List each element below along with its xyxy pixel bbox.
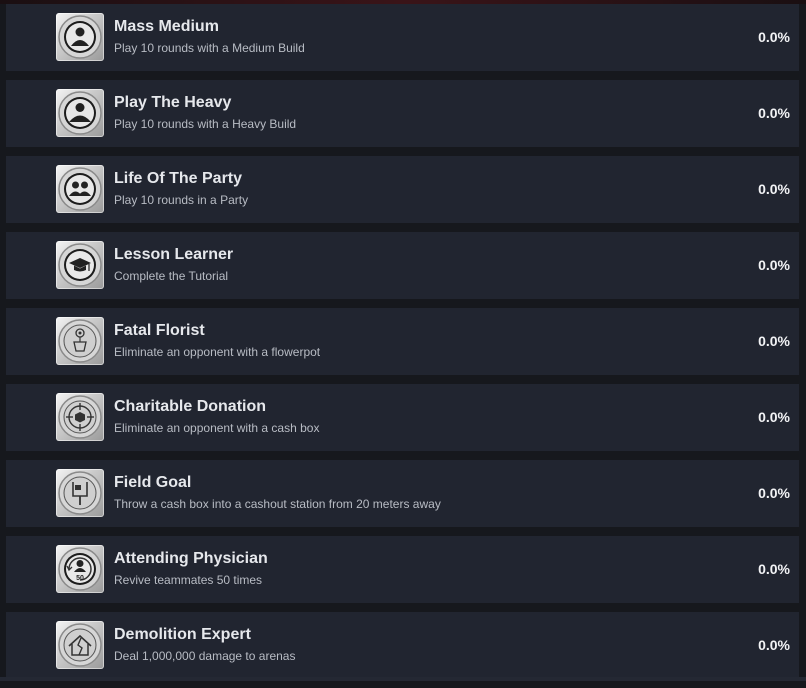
medium-build-icon [56, 13, 104, 61]
graduation-cap-icon [56, 241, 104, 289]
unlock-percentage: 0.0% [758, 333, 790, 349]
achievement-description: Throw a cash box into a cashout station … [114, 497, 441, 511]
bottom-border [0, 677, 806, 681]
achievement-list: Mass Medium Play 10 rounds with a Medium… [6, 4, 799, 688]
achievement-description: Complete the Tutorial [114, 269, 229, 283]
unlock-percentage: 0.0% [758, 637, 790, 653]
achievement-title: Demolition Expert [114, 626, 251, 643]
goalpost-icon [56, 469, 104, 517]
achievement-row[interactable]: Fatal Florist Eliminate an opponent with… [6, 308, 799, 375]
achievement-title: Lesson Learner [114, 246, 234, 263]
achievement-row[interactable]: Lesson Learner Complete the Tutorial 0.0… [6, 232, 799, 299]
achievement-description: Play 10 rounds with a Medium Build [114, 41, 305, 55]
icon-count-text: 50 [76, 575, 84, 582]
achievement-row[interactable]: Mass Medium Play 10 rounds with a Medium… [6, 4, 799, 71]
achievement-row[interactable]: 50 Attending Physician Revive teammates … [6, 536, 799, 603]
party-icon [56, 165, 104, 213]
achievement-title: Mass Medium [114, 18, 219, 35]
unlock-percentage: 0.0% [758, 409, 790, 425]
crosshair-cashbox-icon [56, 393, 104, 441]
achievement-description: Eliminate an opponent with a flowerpot [114, 345, 321, 359]
achievement-description: Play 10 rounds with a Heavy Build [114, 117, 297, 131]
achievement-title: Attending Physician [114, 550, 268, 567]
achievement-row[interactable]: Play The Heavy Play 10 rounds with a Hea… [6, 80, 799, 147]
achievement-title: Charitable Donation [114, 398, 267, 415]
achievement-description: Play 10 rounds in a Party [114, 193, 249, 207]
unlock-percentage: 0.0% [758, 181, 790, 197]
achievement-description: Eliminate an opponent with a cash box [114, 421, 320, 435]
revive-50-icon: 50 [56, 545, 104, 593]
flowerpot-icon [56, 317, 104, 365]
unlock-percentage: 0.0% [758, 485, 790, 501]
broken-house-icon [56, 621, 104, 669]
achievement-row[interactable]: Charitable Donation Eliminate an opponen… [6, 384, 799, 451]
unlock-percentage: 0.0% [758, 257, 790, 273]
heavy-build-icon [56, 89, 104, 137]
achievement-title: Field Goal [114, 474, 192, 491]
achievement-description: Revive teammates 50 times [114, 573, 263, 587]
achievement-description: Deal 1,000,000 damage to arenas [114, 649, 296, 663]
unlock-percentage: 0.0% [758, 105, 790, 121]
achievement-row[interactable]: Demolition Expert Deal 1,000,000 damage … [6, 612, 799, 679]
achievement-title: Fatal Florist [114, 322, 205, 339]
achievement-row[interactable]: Life Of The Party Play 10 rounds in a Pa… [6, 156, 799, 223]
achievement-title: Play The Heavy [114, 94, 232, 111]
unlock-percentage: 0.0% [758, 29, 790, 45]
achievement-title: Life Of The Party [114, 170, 243, 187]
achievement-row[interactable]: Field Goal Throw a cash box into a casho… [6, 460, 799, 527]
unlock-percentage: 0.0% [758, 561, 790, 577]
